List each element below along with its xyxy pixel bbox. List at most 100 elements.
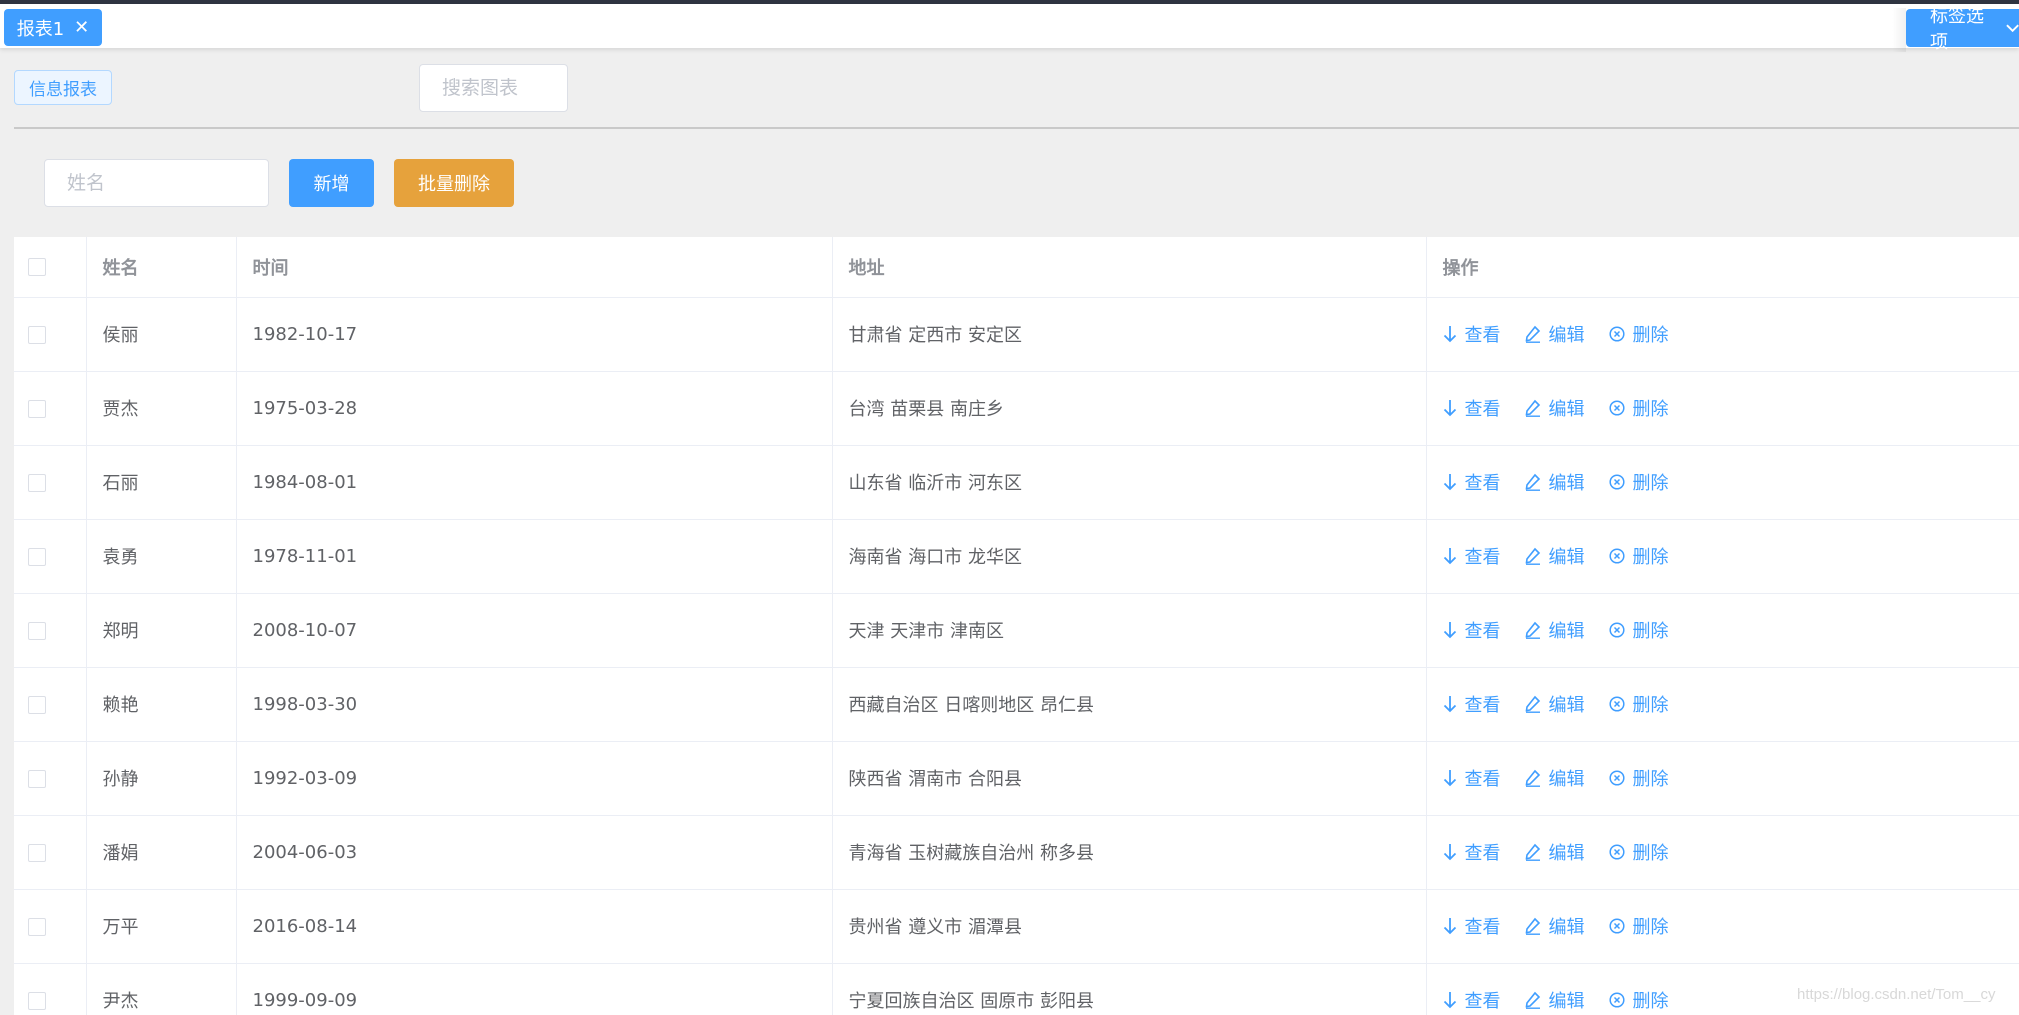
row-checkbox[interactable] — [28, 843, 46, 862]
edit-button[interactable]: 编辑 — [1525, 321, 1585, 347]
table-row: 袁勇 1978-11-01 海南省 海口市 龙华区 查看 编辑 删除 — [14, 519, 2019, 594]
edit-label: 编辑 — [1548, 991, 1585, 1012]
delete-button[interactable]: 删除 — [1608, 617, 1669, 643]
edit-label: 编辑 — [1548, 843, 1585, 864]
circle-close-icon — [1608, 844, 1625, 860]
edit-label: 编辑 — [1548, 917, 1585, 938]
circle-close-icon — [1608, 548, 1625, 564]
row-checkbox[interactable] — [28, 769, 46, 788]
edit-button[interactable]: 编辑 — [1525, 765, 1585, 791]
batch-delete-button[interactable]: 批量删除 — [394, 159, 514, 207]
circle-close-icon — [1608, 326, 1625, 342]
tab-report1[interactable]: 报表1 ✕ — [4, 9, 102, 46]
row-select-cell — [14, 815, 87, 890]
delete-label: 删除 — [1632, 547, 1669, 568]
row-checkbox[interactable] — [28, 325, 46, 344]
arrow-down-icon — [1443, 844, 1456, 861]
cell-actions: 查看 编辑 删除 — [1426, 815, 2019, 890]
table-row: 万平 2016-08-14 贵州省 遵义市 湄潭县 查看 编辑 删除 — [14, 889, 2019, 964]
cell-name: 尹杰 — [86, 963, 237, 1015]
row-actions: 查看 编辑 删除 — [1443, 395, 2019, 421]
delete-button[interactable]: 删除 — [1608, 839, 1669, 865]
row-actions: 查看 编辑 删除 — [1443, 469, 2019, 495]
cell-address: 青海省 玉树藏族自治州 称多县 — [832, 815, 1427, 890]
cell-address: 天津 天津市 津南区 — [832, 593, 1427, 668]
cell-name: 贾杰 — [86, 371, 237, 446]
delete-label: 删除 — [1632, 695, 1669, 716]
cell-actions: 查看 编辑 删除 — [1426, 297, 2019, 372]
select-all-checkbox[interactable] — [28, 258, 46, 277]
delete-button[interactable]: 删除 — [1608, 913, 1669, 939]
delete-button[interactable]: 删除 — [1608, 765, 1669, 791]
circle-close-icon — [1608, 918, 1625, 934]
edit-button[interactable]: 编辑 — [1525, 839, 1585, 865]
edit-button[interactable]: 编辑 — [1525, 617, 1585, 643]
cell-address: 西藏自治区 日喀则地区 昂仁县 — [832, 667, 1427, 742]
row-checkbox[interactable] — [28, 621, 46, 640]
close-icon[interactable]: ✕ — [74, 18, 89, 37]
row-checkbox[interactable] — [28, 399, 46, 418]
cell-name: 石丽 — [86, 445, 237, 520]
view-button[interactable]: 查看 — [1443, 543, 1501, 569]
view-button[interactable]: 查看 — [1443, 839, 1501, 865]
view-button[interactable]: 查看 — [1443, 987, 1501, 1013]
row-checkbox[interactable] — [28, 917, 46, 936]
row-select-cell — [14, 889, 87, 964]
edit-icon — [1525, 991, 1540, 1009]
circle-close-icon — [1608, 992, 1625, 1008]
chart-search-input[interactable] — [419, 64, 568, 112]
row-checkbox[interactable] — [28, 473, 46, 492]
header-address: 地址 — [832, 237, 1427, 298]
cell-time: 2016-08-14 — [236, 889, 833, 964]
cell-time: 1999-09-09 — [236, 963, 833, 1015]
arrow-down-icon — [1443, 770, 1456, 787]
delete-button[interactable]: 删除 — [1608, 321, 1669, 347]
delete-button[interactable]: 删除 — [1608, 395, 1669, 421]
edit-icon — [1525, 917, 1540, 935]
view-button[interactable]: 查看 — [1443, 691, 1501, 717]
cell-name: 侯丽 — [86, 297, 237, 372]
edit-label: 编辑 — [1548, 399, 1585, 420]
view-label: 查看 — [1464, 621, 1501, 642]
view-label: 查看 — [1464, 547, 1501, 568]
tab-options-button[interactable]: 标签选项 — [1906, 6, 2019, 53]
table-row: 石丽 1984-08-01 山东省 临沂市 河东区 查看 编辑 删除 — [14, 445, 2019, 520]
view-button[interactable]: 查看 — [1443, 395, 1501, 421]
breadcrumb-tag[interactable]: 信息报表 — [14, 70, 112, 105]
cell-actions: 查看 编辑 删除 — [1426, 593, 2019, 668]
edit-button[interactable]: 编辑 — [1525, 987, 1585, 1013]
edit-button[interactable]: 编辑 — [1525, 913, 1585, 939]
add-button[interactable]: 新增 — [289, 159, 374, 207]
row-checkbox[interactable] — [28, 547, 46, 566]
delete-button[interactable]: 删除 — [1608, 691, 1669, 717]
view-button[interactable]: 查看 — [1443, 617, 1501, 643]
view-button[interactable]: 查看 — [1443, 765, 1501, 791]
row-checkbox[interactable] — [28, 695, 46, 714]
edit-button[interactable]: 编辑 — [1525, 691, 1585, 717]
data-table: 姓名 时间 地址 操作 侯丽 1982-10-17 甘肃省 定西市 安定区 查看 编辑删… — [14, 237, 2019, 1015]
view-button[interactable]: 查看 — [1443, 469, 1501, 495]
cell-name: 孙静 — [86, 741, 237, 816]
edit-button[interactable]: 编辑 — [1525, 543, 1585, 569]
name-search-input[interactable] — [44, 159, 269, 207]
row-actions: 查看 编辑 删除 — [1443, 321, 2019, 347]
arrow-down-icon — [1443, 400, 1456, 417]
edit-button[interactable]: 编辑 — [1525, 395, 1585, 421]
delete-button[interactable]: 删除 — [1608, 987, 1669, 1013]
edit-label: 编辑 — [1548, 621, 1585, 642]
edit-button[interactable]: 编辑 — [1525, 469, 1585, 495]
delete-button[interactable]: 删除 — [1608, 543, 1669, 569]
row-select-cell — [14, 593, 87, 668]
view-button[interactable]: 查看 — [1443, 321, 1501, 347]
circle-close-icon — [1608, 770, 1625, 786]
row-checkbox[interactable] — [28, 991, 46, 1010]
arrow-down-icon — [1443, 918, 1456, 935]
edit-label: 编辑 — [1548, 473, 1585, 494]
view-label: 查看 — [1464, 917, 1501, 938]
delete-button[interactable]: 删除 — [1608, 469, 1669, 495]
delete-label: 删除 — [1632, 769, 1669, 790]
view-label: 查看 — [1464, 843, 1501, 864]
cell-name: 潘娟 — [86, 815, 237, 890]
view-label: 查看 — [1464, 991, 1501, 1012]
view-button[interactable]: 查看 — [1443, 913, 1501, 939]
